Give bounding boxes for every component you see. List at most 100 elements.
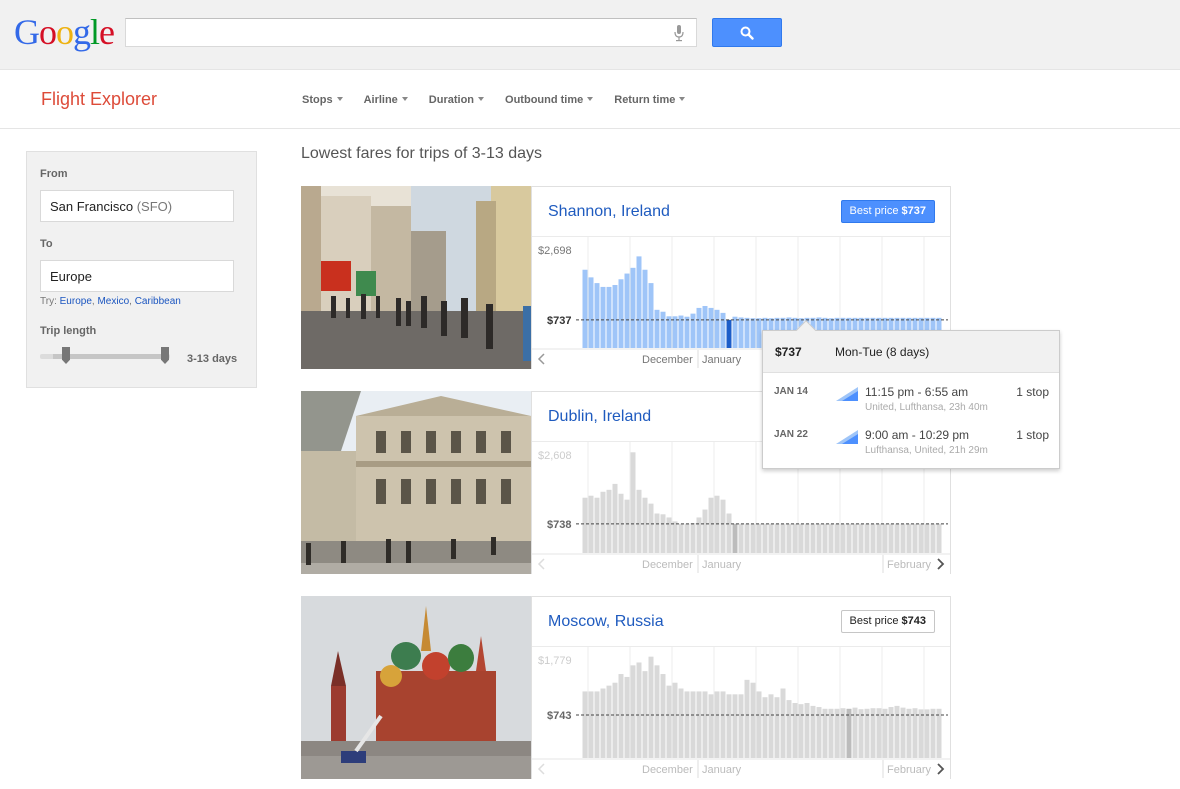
price-bar [774,523,780,553]
destination-card[interactable]: Moscow, Russia Best price $743 $1,779 $74… [301,596,951,779]
price-bar [750,318,756,348]
price-bar [636,489,642,553]
price-bar [930,523,936,553]
price-bar [624,499,630,553]
filter-return-time[interactable]: Return time [614,94,686,106]
leg-airline: United, Lufthansa, 23h 40m [865,402,988,413]
price-bar [774,697,780,758]
to-field[interactable]: Europe [40,260,234,292]
price-bar [636,662,642,758]
price-bar [684,691,690,758]
search-icon [740,26,754,40]
price-bar [708,694,714,758]
price-bar [594,283,600,348]
price-bar [582,269,588,348]
sub-navigation: Flight Explorer Stops Airline Duration O… [0,70,1180,129]
slider-min-handle[interactable] [62,347,70,364]
price-bar [672,521,678,553]
price-bar [828,523,834,553]
price-bar [612,682,618,758]
destination-name[interactable]: Shannon, Ireland [548,203,670,221]
caret-down-icon [679,97,686,101]
destination-photo[interactable] [301,391,531,574]
price-bar [720,312,726,348]
filter-duration[interactable]: Duration [429,94,485,106]
price-bar [594,497,600,553]
flight-leg-outbound[interactable]: JAN 14 11:15 pm - 6:55 am United, Luftha… [763,385,1059,425]
google-logo[interactable]: Google [14,12,115,52]
try-link-europe[interactable]: Europe [60,296,92,307]
trip-length-value: 3-13 days [187,353,238,365]
best-price-badge[interactable]: Best price $743 [840,610,935,633]
price-bar [912,708,918,758]
price-bar [702,509,708,553]
price-bar [894,523,900,553]
price-bar [696,307,702,348]
price-bar [936,523,942,553]
price-bar [630,452,636,553]
price-bar [654,309,660,348]
month-label: December [642,559,693,571]
price-bar [696,691,702,758]
leg-date: JAN 22 [774,429,808,440]
app-title[interactable]: Flight Explorer [41,89,157,110]
best-price-value: $737 [901,205,926,217]
price-bar [678,688,684,758]
max-price-label: $2,608 [538,450,572,462]
price-bar [744,679,750,758]
price-bar [864,523,870,553]
to-value: Europe [50,269,92,284]
tooltip-price: $737 [775,345,802,359]
search-button[interactable] [712,18,782,47]
try-link-mexico[interactable]: Mexico [97,296,129,307]
month-label: January [702,559,742,571]
destination-photo[interactable] [301,186,531,369]
best-price-badge[interactable]: Best price $737 [840,200,935,223]
price-bar [702,306,708,348]
price-bar [648,503,654,553]
destination-name[interactable]: Moscow, Russia [548,613,664,631]
to-label: To [40,238,53,250]
flight-leg-return[interactable]: JAN 22 9:00 am - 10:29 pm Lufthansa, Uni… [763,428,1059,468]
filter-stops[interactable]: Stops [302,94,343,106]
tooltip-days: Mon-Tue (8 days) [835,345,930,359]
filter-outbound-time[interactable]: Outbound time [505,94,594,106]
leg-times: 9:00 am - 10:29 pm [865,428,970,442]
price-bar [840,708,846,758]
price-bar [606,685,612,758]
price-bar [876,708,882,758]
destination-name[interactable]: Dublin, Ireland [548,408,651,426]
slider-max-handle[interactable] [161,347,169,364]
price-bar [870,523,876,553]
search-input[interactable] [125,18,697,47]
max-price-label: $1,779 [538,655,572,667]
price-bar [726,513,732,553]
microphone-icon[interactable] [674,25,684,42]
price-bar [708,497,714,553]
price-bar [750,682,756,758]
price-chart[interactable]: $1,779 $743 December January February [532,646,950,779]
min-price-label: $743 [547,710,571,722]
price-bar [840,523,846,553]
try-link-caribbean[interactable]: Caribbean [135,296,181,307]
price-bar [726,319,732,348]
price-bar [660,514,666,553]
price-bar [654,665,660,758]
from-label: From [40,168,68,180]
month-label: December [642,764,693,776]
price-bar [678,523,684,553]
price-bar [924,523,930,553]
price-bar [744,317,750,348]
price-bar [828,708,834,758]
price-bar [690,522,696,553]
from-field[interactable]: San Francisco (SFO) [40,190,234,222]
fare-tooltip: $737 Mon-Tue (8 days) JAN 14 11:15 pm - … [762,320,1060,469]
price-bar [810,705,816,758]
airline-icon [836,387,858,401]
destination-photo[interactable] [301,596,531,779]
price-bar [912,523,918,553]
filter-airline[interactable]: Airline [364,94,408,106]
tooltip-header: $737 Mon-Tue (8 days) [763,331,1059,373]
price-bar [624,676,630,758]
price-bar [900,523,906,553]
